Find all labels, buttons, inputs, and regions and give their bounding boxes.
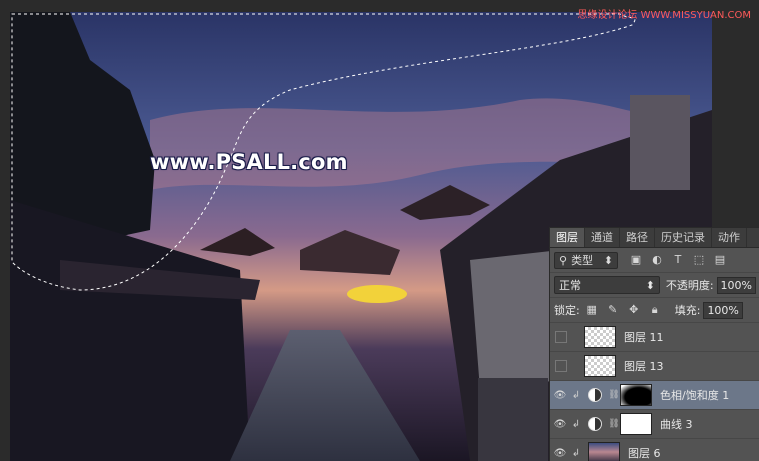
adjustment-layer-icon — [588, 417, 602, 431]
layer-name: 图层 11 — [624, 331, 664, 344]
lock-position-icon[interactable]: ✥ — [628, 304, 640, 316]
watermark-text: www.PSALL.com — [150, 150, 348, 174]
search-icon: ⚲ — [559, 253, 568, 267]
layer-row[interactable]: 👁︎ ↲ 图层 6 — [550, 439, 759, 461]
filter-row: ⚲ 类型 ⬍ ▣ ◐ T ⬚ ▤ — [550, 248, 759, 273]
fill-field[interactable]: 100% — [703, 301, 743, 319]
visibility-toggle-off[interactable] — [555, 360, 567, 372]
site-mark: 思缘设计论坛 WWW.MISSYUAN.COM — [577, 10, 751, 21]
tab-actions[interactable]: 动作 — [712, 228, 747, 247]
clipping-arrow-icon: ↲ — [571, 447, 581, 459]
filter-kind-select[interactable]: ⚲ 类型 ⬍ — [554, 251, 618, 269]
pixel-filter-icon[interactable]: ▣ — [630, 254, 642, 266]
tab-paths[interactable]: 路径 — [620, 228, 655, 247]
layer-thumbnail — [584, 355, 616, 377]
clipping-arrow-icon: ↲ — [571, 418, 581, 430]
filter-kind-value: 类型 — [571, 254, 594, 267]
lock-label: 锁定: — [554, 304, 580, 317]
layer-name: 图层 13 — [624, 360, 664, 373]
link-chain-icon[interactable]: ⛓︎ — [608, 390, 620, 400]
layers-panel: 图层 通道 路径 历史记录 动作 ⚲ 类型 ⬍ ▣ ◐ T ⬚ ▤ 正常 ⬍ 不… — [549, 227, 759, 461]
lock-paint-icon[interactable]: ✎ — [607, 304, 619, 316]
photoshop-workspace: { "canvas": { "watermark": "www.PSALL.co… — [0, 0, 759, 461]
tab-channels[interactable]: 通道 — [585, 228, 620, 247]
panel-tabs: 图层 通道 路径 历史记录 动作 — [550, 228, 759, 248]
visibility-toggle-off[interactable] — [555, 331, 567, 343]
eye-icon[interactable]: 👁︎ — [550, 448, 570, 459]
layer-thumbnail — [588, 442, 620, 461]
layer-row[interactable]: 图层 11 — [550, 323, 759, 352]
blend-mode-value: 正常 — [559, 279, 581, 292]
opacity-label: 不透明度: — [665, 279, 714, 292]
spinner-arrows-icon: ⬍ — [603, 253, 613, 267]
layer-name: 曲线 3 — [660, 418, 693, 431]
filter-icons: ▣ ◐ T ⬚ ▤ — [630, 254, 726, 266]
lock-row: 锁定: ▦ ✎ ✥ 🔒︎ 填充: 100% — [550, 298, 759, 323]
layer-thumbnail — [584, 326, 616, 348]
opacity-field[interactable]: 100% — [716, 276, 756, 294]
layer-mask-thumbnail[interactable] — [620, 384, 652, 406]
fill-label: 填充: — [674, 304, 701, 317]
eye-icon[interactable]: 👁︎ — [550, 390, 570, 401]
tab-history[interactable]: 历史记录 — [655, 228, 712, 247]
lock-transparent-icon[interactable]: ▦ — [586, 304, 598, 316]
layer-name: 色相/饱和度 1 — [660, 389, 730, 402]
layer-mask-thumbnail[interactable] — [620, 413, 652, 435]
link-chain-icon[interactable]: ⛓︎ — [608, 419, 620, 429]
adjustment-filter-icon[interactable]: ◐ — [651, 254, 663, 266]
layer-row[interactable]: 👁︎ ↲ ⛓︎ 曲线 3 — [550, 410, 759, 439]
adjustment-layer-icon — [588, 388, 602, 402]
tab-layers[interactable]: 图层 — [550, 228, 585, 247]
layer-row[interactable]: 图层 13 — [550, 352, 759, 381]
smart-object-filter-icon[interactable]: ▤ — [714, 254, 726, 266]
layer-name: 图层 6 — [628, 447, 661, 460]
layer-row-selected[interactable]: 👁︎ ↲ ⛓︎ 色相/饱和度 1 — [550, 381, 759, 410]
eye-icon[interactable]: 👁︎ — [550, 419, 570, 430]
shape-filter-icon[interactable]: ⬚ — [693, 254, 705, 266]
blend-mode-select[interactable]: 正常 ⬍ — [554, 276, 660, 294]
type-filter-icon[interactable]: T — [672, 254, 684, 266]
lock-all-icon[interactable]: 🔒︎ — [649, 304, 661, 316]
spinner-arrows-icon: ⬍ — [645, 278, 655, 292]
lock-icons: ▦ ✎ ✥ 🔒︎ — [586, 304, 661, 316]
clipping-arrow-icon: ↲ — [571, 389, 581, 401]
blend-row: 正常 ⬍ 不透明度: 100% — [550, 273, 759, 298]
